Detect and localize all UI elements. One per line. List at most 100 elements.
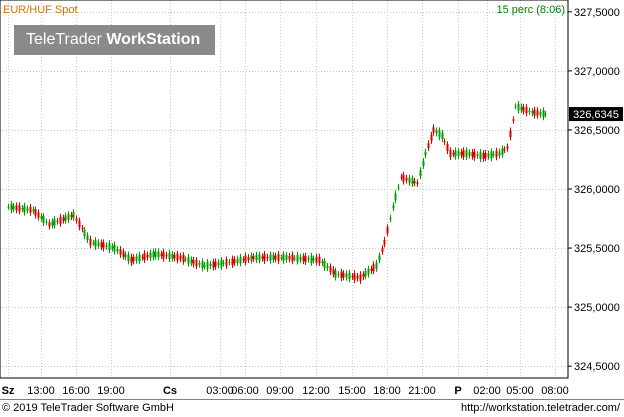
candle-body [473, 151, 476, 158]
candle-body [367, 268, 370, 275]
candle-body [67, 214, 70, 221]
candle-body [282, 254, 285, 261]
candle-body [220, 259, 223, 267]
logo-product: WorkStation [106, 31, 201, 48]
candle-body [179, 255, 182, 260]
candle-body [539, 111, 542, 115]
candle-body [100, 242, 103, 248]
candle-body [441, 132, 444, 140]
interval-label: 15 perc (8:06) [497, 4, 565, 16]
current-value-label: 326,6345 [573, 109, 619, 121]
candle-body [321, 261, 324, 264]
candle-body [353, 273, 356, 281]
footer-url[interactable]: http://workstation.teletrader.com/ [461, 402, 620, 414]
candle-body [192, 259, 195, 265]
x-tick-label: 13:00 [27, 385, 55, 397]
candle-body [15, 205, 18, 211]
candle-body [304, 255, 307, 263]
candle-body [160, 253, 163, 256]
candle-body [416, 182, 419, 184]
x-tick-label: Sz [2, 385, 15, 397]
candle-body [32, 209, 35, 212]
x-tick-label: 08:00 [541, 385, 569, 397]
candle-body [381, 248, 384, 252]
candle-body [12, 205, 15, 210]
candle-body [495, 150, 498, 158]
candle-body [209, 263, 212, 267]
candle-body [231, 258, 234, 266]
candle-body [383, 239, 386, 245]
candle-body [97, 242, 100, 246]
candle-body [195, 259, 198, 267]
candle-body [86, 235, 89, 241]
candle-body [64, 215, 67, 221]
candle-body [198, 263, 201, 265]
candle-body [152, 251, 155, 258]
candle-body [222, 262, 225, 264]
x-tick-label: P [454, 385, 461, 397]
candle-body [277, 254, 280, 261]
candle-body [438, 130, 441, 138]
logo-brand: TeleTrader [26, 31, 102, 48]
candle-body [92, 242, 95, 244]
candle-body [370, 268, 373, 271]
x-tick-label: 15:00 [338, 385, 366, 397]
candle-body [471, 151, 474, 157]
candle-body [105, 245, 108, 247]
candle-body [400, 176, 403, 178]
candle-body [310, 255, 313, 263]
candle-body [402, 174, 405, 182]
candle-body [40, 215, 43, 219]
candle-body [389, 217, 392, 220]
candle-body [405, 177, 408, 181]
candle-body [542, 110, 545, 118]
candle-body [468, 152, 471, 156]
candle-body [37, 212, 40, 218]
candle-body [378, 255, 381, 261]
candle-body [45, 221, 48, 223]
candle-body [135, 256, 138, 261]
candle-body [285, 255, 288, 260]
candle-body [127, 254, 130, 262]
candle-body [280, 257, 283, 259]
candle-body [457, 151, 460, 156]
footer: © 2019 TeleTrader Software GmbH http://w… [0, 400, 624, 417]
candle-body [487, 153, 490, 157]
candle-body [269, 254, 272, 261]
candle-body [124, 254, 127, 258]
candle-body [372, 264, 375, 272]
candle-body [247, 257, 250, 261]
candle-body [424, 151, 427, 156]
candle-body [7, 206, 10, 208]
candle-body [203, 265, 206, 267]
candle-body [102, 242, 105, 249]
candle-body [201, 261, 204, 269]
x-tick-label: 21:00 [408, 385, 436, 397]
candle-body [214, 261, 217, 267]
candle-body [452, 152, 455, 155]
candle-body [492, 153, 495, 155]
x-tick-label: 06:00 [231, 385, 259, 397]
candle-body [479, 151, 482, 160]
candle-body [430, 134, 433, 141]
candle-body [258, 254, 261, 261]
candle-body [392, 205, 395, 209]
candle-body [111, 246, 114, 249]
candle-body [503, 149, 506, 151]
candle-body [296, 254, 299, 262]
candle-body [419, 170, 422, 177]
candle-body [323, 261, 326, 269]
candle-body [307, 258, 310, 260]
candle-body [165, 254, 168, 257]
candle-body [23, 205, 26, 213]
candle-body [432, 127, 435, 133]
candle-body [261, 256, 264, 259]
candle-body [21, 207, 24, 210]
instrument-title: EUR/HUF Spot [3, 4, 78, 16]
candle-body [42, 216, 45, 224]
candle-body [506, 146, 509, 149]
candle-body [536, 110, 539, 116]
candle-body [533, 109, 536, 116]
candle-body [375, 262, 378, 269]
candle-body [291, 254, 294, 262]
